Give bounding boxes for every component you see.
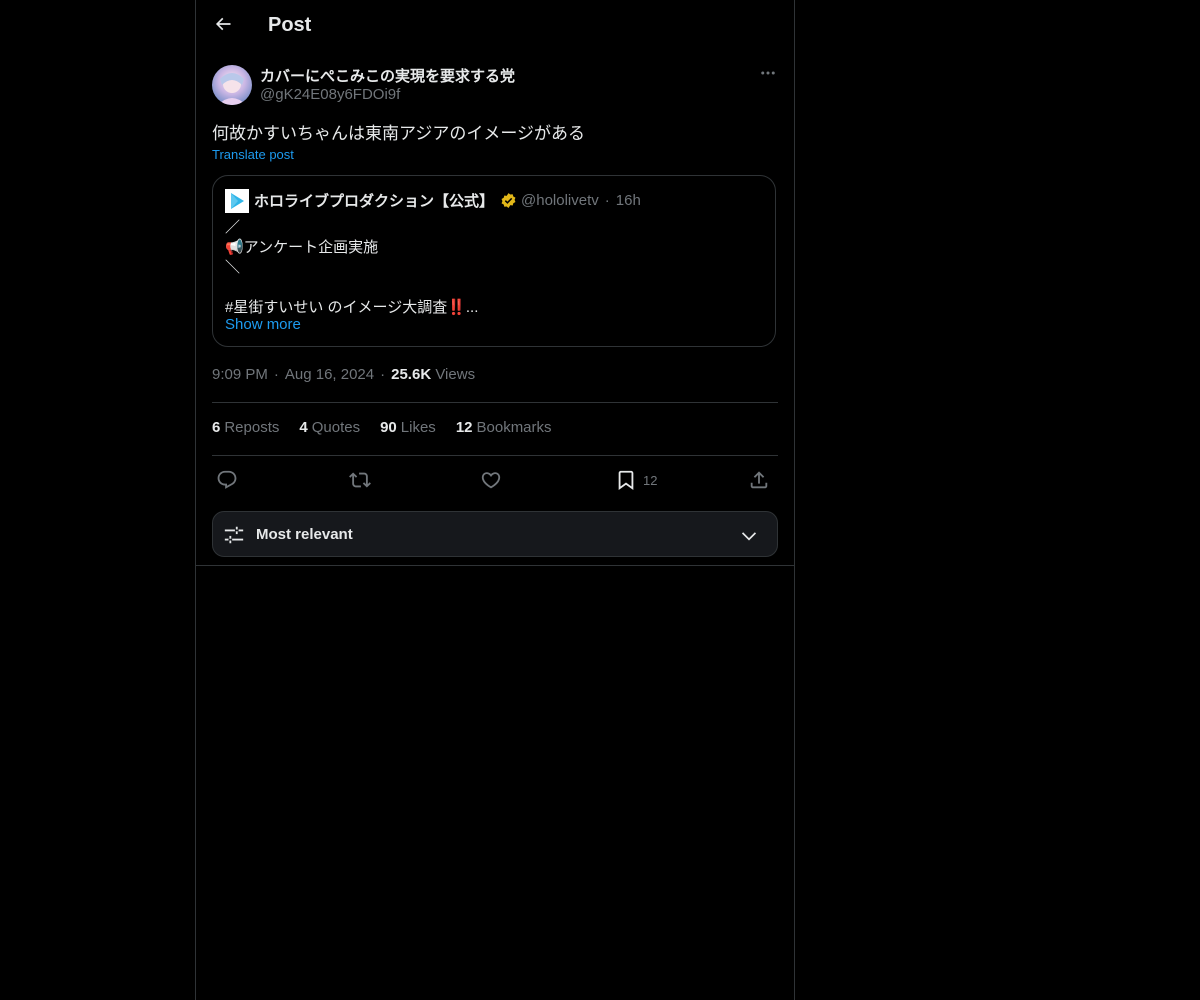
separator-dot: · (273, 366, 279, 383)
reposts-label: Reposts (224, 419, 280, 436)
reply-icon (216, 469, 238, 491)
quoted-post[interactable]: ホロライブプロダクション【公式】 @hololivetv · 16h ／ 📢アン… (212, 175, 776, 347)
quoted-header: ホロライブプロダクション【公式】 @hololivetv · 16h (254, 190, 641, 211)
quoted-time: 16h (615, 192, 641, 209)
quoted-text-line: 📢アンケート企画実施 (225, 239, 379, 256)
author-name[interactable]: カバーにぺこみこの実現を要求する党 (260, 65, 515, 86)
bookmarks-stat[interactable]: 12 Bookmarks (456, 419, 552, 436)
page-title: Post (268, 14, 312, 36)
quoted-author-name: ホロライブプロダクション【公式】 (254, 193, 495, 210)
like-button[interactable] (480, 467, 502, 493)
share-button[interactable] (748, 467, 770, 493)
show-more-link[interactable]: Show more (225, 316, 301, 333)
translate-post-link[interactable]: Translate post (212, 147, 294, 162)
separator-dot: · (604, 192, 610, 209)
views-count: 25.6K (391, 366, 432, 383)
reply-button[interactable] (216, 467, 238, 493)
page-header: Post (196, 0, 794, 54)
sort-label: Most relevant (256, 526, 353, 543)
bookmark-count: 12 (643, 472, 658, 488)
more-horizontal-icon (759, 64, 777, 87)
post-actions: 12 (212, 465, 778, 495)
verified-badge-icon (500, 192, 517, 209)
share-icon (748, 469, 770, 491)
likes-count: 90 (380, 419, 397, 436)
quoted-author-handle: @hololivetv (521, 192, 599, 209)
reply-sort-dropdown[interactable]: Most relevant (212, 511, 778, 557)
sliders-icon (223, 524, 245, 551)
likes-stat[interactable]: 90 Likes (380, 419, 436, 436)
quoted-text-line: #星街すいせい のイメージ大調査‼️... (225, 299, 479, 316)
chevron-down-icon (739, 526, 759, 551)
back-button[interactable] (206, 9, 240, 43)
quotes-label: Quotes (311, 419, 361, 436)
quoted-avatar (225, 189, 249, 213)
quoted-text-line: ＼ (225, 259, 241, 276)
divider (212, 402, 778, 403)
bookmarks-count: 12 (455, 419, 473, 436)
quotes-stat[interactable]: 4 Quotes (299, 419, 360, 436)
primary-column: Post カバーにぺこみこの実現を要求する党 @gK24E08y6FDOi9f (195, 0, 795, 1000)
divider (196, 565, 794, 566)
reposts-count: 6 (212, 419, 221, 436)
post-stats: 6 Reposts 4 Quotes 90 Likes 12 Bookmarks (212, 419, 552, 436)
bookmark-button[interactable]: 12 (615, 467, 657, 493)
heart-icon (480, 469, 502, 491)
avatar[interactable] (212, 65, 252, 105)
reposts-stat[interactable]: 6 Reposts (212, 419, 279, 436)
separator-dot: · (380, 366, 386, 383)
author-handle[interactable]: @gK24E08y6FDOi9f (260, 86, 400, 103)
play-logo-icon (225, 189, 249, 213)
quoted-text-line: ／ (225, 219, 241, 236)
post-text: 何故かすいちゃんは東南アジアのイメージがある (212, 124, 585, 143)
bookmark-icon (615, 469, 637, 491)
post-time[interactable]: 9:09 PM (212, 366, 268, 383)
likes-label: Likes (400, 419, 436, 436)
more-options-button[interactable] (758, 65, 778, 85)
bookmarks-label: Bookmarks (476, 419, 552, 436)
quotes-count: 4 (299, 419, 308, 436)
divider (212, 455, 778, 456)
post-meta: 9:09 PM · Aug 16, 2024 · 25.6K Views (212, 366, 475, 383)
post-author: カバーにぺこみこの実現を要求する党 @gK24E08y6FDOi9f (212, 65, 778, 107)
repost-button[interactable] (349, 467, 371, 493)
arrow-left-icon (213, 14, 233, 39)
repost-icon (349, 469, 371, 491)
post-date[interactable]: Aug 16, 2024 (285, 366, 374, 383)
views-label: Views (435, 366, 476, 383)
